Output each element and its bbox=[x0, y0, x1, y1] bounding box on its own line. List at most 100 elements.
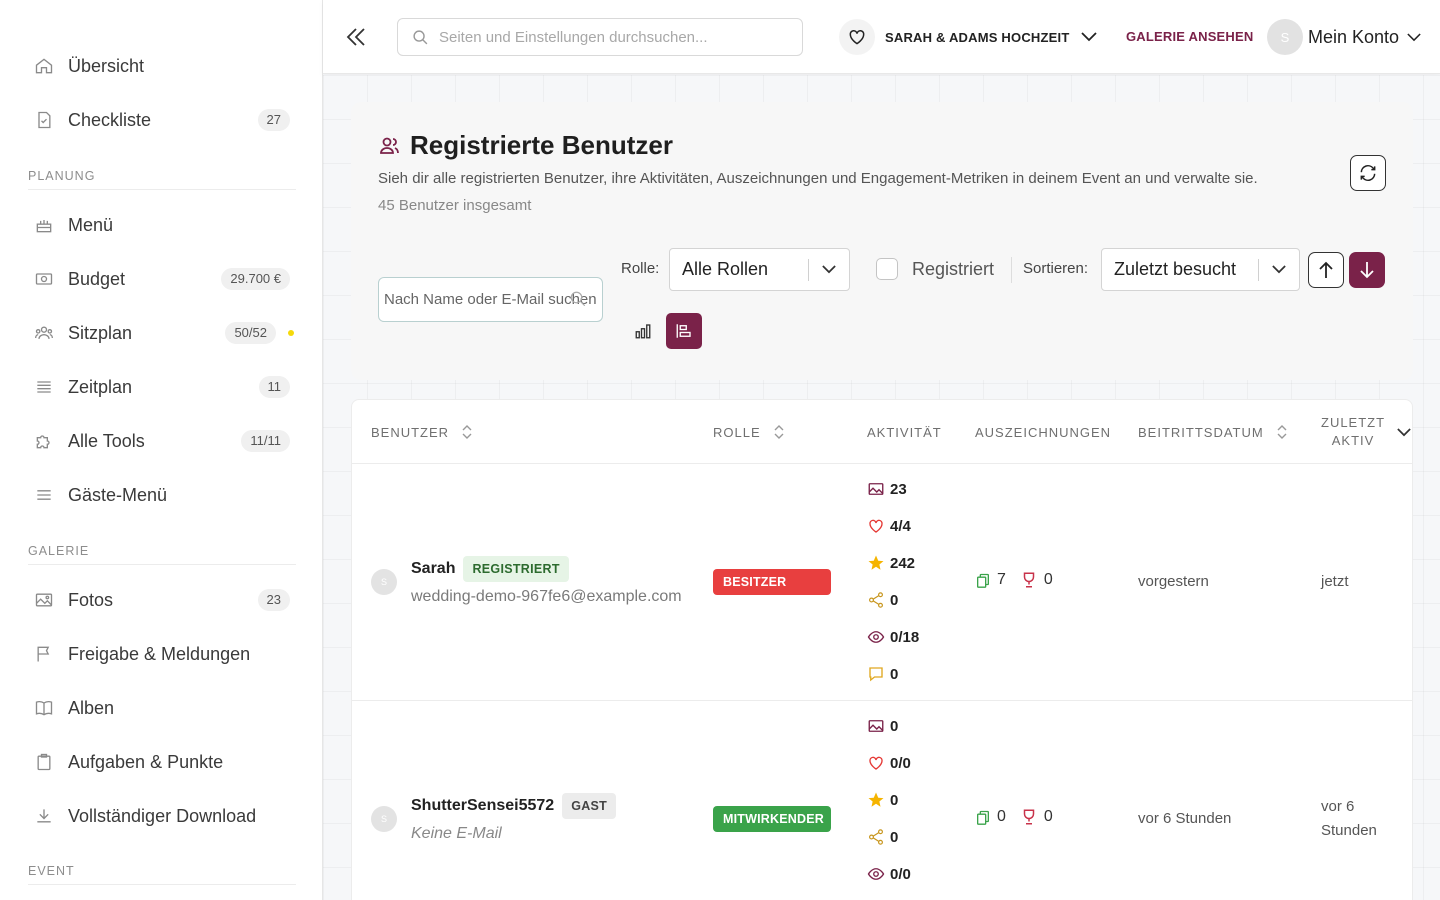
sidebar-item-timeline[interactable]: Zeitplan 11 bbox=[28, 367, 290, 407]
activity-value: 0 bbox=[890, 665, 899, 683]
sidebar-item-approval[interactable]: Freigabe & Meldungen bbox=[28, 634, 290, 674]
image-icon bbox=[868, 720, 884, 732]
registered-checkbox[interactable]: Registriert bbox=[876, 258, 994, 280]
trophy-icon bbox=[1023, 572, 1035, 588]
user-name[interactable]: ShutterSensei5572 bbox=[411, 797, 554, 815]
sort-ascending-button[interactable] bbox=[1308, 252, 1344, 288]
event-name: SARAH & ADAMS HOCHZEIT bbox=[885, 29, 1070, 45]
image-icon bbox=[32, 588, 56, 612]
last-active: jetzt bbox=[1321, 573, 1349, 590]
account-label: Mein Konto bbox=[1308, 26, 1400, 47]
sidebar-item-label: Gäste-Menü bbox=[68, 484, 168, 505]
heart-icon bbox=[869, 756, 883, 770]
section-planning: PLANUNG bbox=[28, 169, 296, 190]
sidebar-item-all-tools[interactable]: Alle Tools 11/11 bbox=[28, 421, 290, 461]
search-input[interactable] bbox=[439, 28, 802, 46]
column-header-joined[interactable]: BEITRITTSDATUM bbox=[1138, 400, 1288, 464]
sidebar-item-label: Freigabe & Meldungen bbox=[68, 643, 251, 664]
sidebar-item-download[interactable]: Vollständiger Download bbox=[28, 796, 290, 836]
activity-shares: 0 bbox=[867, 828, 898, 846]
users-icon bbox=[380, 137, 399, 154]
activity-shares: 0 bbox=[867, 591, 898, 609]
sidebar-item-albums[interactable]: Alben bbox=[28, 688, 290, 728]
hamburger-icon bbox=[32, 483, 56, 507]
name-email-filter[interactable] bbox=[378, 277, 603, 322]
status-badge: GAST bbox=[562, 793, 617, 819]
sidebar-item-label: Alben bbox=[68, 697, 115, 718]
avatar: S bbox=[371, 569, 397, 595]
activity-value: 0 bbox=[890, 791, 899, 809]
column-header-label: BEITRITTSDATUM bbox=[1138, 424, 1264, 440]
sort-select[interactable]: Zuletzt besucht bbox=[1101, 248, 1300, 291]
sidebar-item-overview[interactable]: Übersicht bbox=[28, 46, 290, 86]
chevron-down-icon bbox=[1397, 427, 1411, 436]
sidebar-item-menu[interactable]: Menü bbox=[28, 205, 290, 245]
filter-divider bbox=[1011, 257, 1012, 283]
user-email: wedding-demo-967fe6@example.com bbox=[411, 588, 682, 605]
refresh-button[interactable] bbox=[1350, 155, 1386, 191]
account-menu[interactable]: S Mein Konto bbox=[1267, 19, 1421, 55]
column-header-last-active[interactable]: ZULETZT AKTIV bbox=[1321, 400, 1411, 464]
sort-icon bbox=[462, 425, 472, 439]
section-gallery: GALERIE bbox=[28, 544, 296, 565]
activity-views: 0/18 bbox=[867, 628, 919, 646]
home-icon bbox=[32, 54, 56, 78]
header-line: ZULETZT bbox=[1321, 415, 1386, 430]
sort-select-value: Zuletzt besucht bbox=[1114, 259, 1237, 279]
section-event: EVENT bbox=[28, 864, 296, 885]
sidebar-item-label: Alle Tools bbox=[68, 430, 145, 451]
avatar: S bbox=[371, 806, 397, 832]
activity-likes: 0/0 bbox=[867, 754, 911, 772]
list-icon bbox=[32, 375, 56, 399]
sidebar: Übersicht Checkliste 27 PLANUNG Menü Bud… bbox=[0, 0, 323, 900]
sidebar-item-budget[interactable]: Budget 29.700 € bbox=[28, 259, 290, 299]
share-icon bbox=[869, 592, 883, 608]
activity-value: 4/4 bbox=[890, 517, 911, 535]
role-badge[interactable]: BESITZER bbox=[713, 569, 831, 595]
sidebar-item-label: Aufgaben & Punkte bbox=[68, 751, 224, 772]
user-total: 45 Benutzer insgesamt bbox=[378, 197, 532, 214]
chevron-down-icon bbox=[1407, 32, 1421, 41]
activity-photos: 23 bbox=[867, 480, 907, 498]
joined-date: vorgestern bbox=[1138, 573, 1209, 590]
sidebar-item-seating[interactable]: Sitzplan 50/52 bbox=[28, 313, 294, 353]
page-subtitle: Sieh dir alle registrierten Benutzer, ih… bbox=[378, 170, 1258, 187]
sidebar-item-photos[interactable]: Fotos 23 bbox=[28, 580, 290, 620]
list-view-button[interactable] bbox=[666, 313, 702, 349]
sidebar-item-checklist[interactable]: Checkliste 27 bbox=[28, 100, 290, 140]
avatar-initial: S bbox=[371, 569, 397, 595]
activity-photos: 0 bbox=[867, 717, 898, 735]
count-badge: 23 bbox=[257, 589, 290, 611]
budget-badge: 29.700 € bbox=[221, 268, 290, 290]
collapse-sidebar-button[interactable] bbox=[345, 24, 369, 50]
checkbox[interactable] bbox=[876, 258, 898, 280]
download-icon bbox=[32, 804, 56, 828]
page-title: Registrierte Benutzer bbox=[410, 130, 673, 160]
sidebar-item-label: Menü bbox=[68, 214, 114, 235]
trophy-count: 0 bbox=[1043, 808, 1053, 825]
sort-descending-button[interactable] bbox=[1349, 252, 1385, 288]
sort-icon bbox=[1277, 425, 1287, 439]
activity-points: 242 bbox=[867, 554, 915, 572]
sidebar-item-guest-menu[interactable]: Gäste-Menü bbox=[28, 475, 290, 515]
column-header-role[interactable]: ROLLE bbox=[713, 400, 785, 464]
column-header-user[interactable]: BENUTZER bbox=[371, 400, 473, 464]
global-search[interactable] bbox=[397, 18, 803, 56]
table-row-user: Sarah REGISTRIERT bbox=[411, 556, 569, 582]
event-selector[interactable]: SARAH & ADAMS HOCHZEIT bbox=[839, 17, 1098, 57]
page-title-row: Registrierte Benutzer bbox=[378, 130, 673, 161]
status-badge: REGISTRIERT bbox=[463, 556, 569, 582]
awards-cell: 0 0 bbox=[975, 808, 1053, 826]
avatar-initial: S bbox=[371, 806, 397, 832]
user-name[interactable]: Sarah bbox=[411, 560, 455, 578]
role-select[interactable]: Alle Rollen bbox=[669, 248, 850, 291]
activity-views: 0/0 bbox=[867, 865, 911, 883]
role-badge[interactable]: MITWIRKENDER bbox=[713, 806, 831, 832]
sidebar-item-tasks[interactable]: Aufgaben & Punkte bbox=[28, 742, 290, 782]
count-badge: 50/52 bbox=[225, 322, 276, 344]
people-icon bbox=[32, 321, 56, 345]
chart-view-button[interactable] bbox=[625, 313, 661, 349]
view-gallery-link[interactable]: GALERIE ANSEHEN bbox=[1126, 29, 1253, 44]
activity-value: 242 bbox=[890, 554, 916, 572]
arrow-down-icon bbox=[1360, 262, 1374, 279]
